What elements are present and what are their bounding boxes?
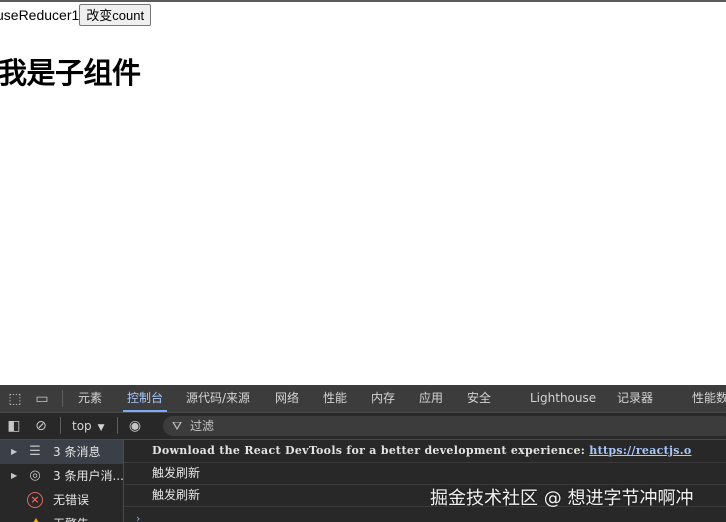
child-heading: 我是子组件 (0, 56, 141, 90)
tab-performance-insights[interactable]: 性能数 (692, 385, 726, 412)
context-selector[interactable]: top ▼ (72, 413, 105, 439)
message-text: 触发刷新 (152, 466, 201, 480)
tab-network[interactable]: 网络 (275, 385, 299, 412)
inspect-element-icon[interactable]: ⬚ (6, 390, 24, 408)
tab-memory[interactable]: 内存 (371, 385, 395, 412)
sidebar-toggle-icon[interactable]: ◧ (5, 417, 23, 435)
context-value: top (72, 419, 92, 433)
error-icon: × (27, 492, 43, 508)
clear-console-icon[interactable]: ⊘ (32, 417, 50, 435)
list-icon: ☰ (29, 444, 41, 459)
sidebar-item-errors[interactable]: × 无错误 (0, 488, 123, 512)
top-border (0, 0, 726, 2)
tab-lighthouse[interactable]: Lighthouse (530, 385, 596, 412)
divider (117, 417, 118, 434)
device-toolbar-icon[interactable]: ▭ (33, 390, 51, 408)
filter-input[interactable]: ⛛ 过滤 (163, 416, 726, 436)
tab-console[interactable]: 控制台 (122, 385, 168, 412)
console-message: 触发刷新 (124, 462, 726, 485)
tab-recorder[interactable]: 记录器 (617, 385, 653, 412)
filter-icon: ⛛ (172, 419, 183, 433)
tab-application[interactable]: 应用 (419, 385, 443, 412)
devtools-link[interactable]: https://reactjs.o (589, 444, 691, 457)
user-icon: ◎ (29, 468, 41, 483)
chevron-down-icon: ▼ (97, 423, 105, 433)
console-prompt-icon[interactable]: › (136, 512, 140, 522)
divider (62, 390, 63, 407)
sidebar-item-user-messages[interactable]: ▶ ◎ 3 条用户消... (0, 464, 124, 488)
tab-security[interactable]: 安全 (467, 385, 491, 412)
console-sidebar: ▶ ☰ 3 条消息 ▶ ◎ 3 条用户消... × 无错误 无警告 (0, 440, 124, 522)
console-message: Download the React DevTools for a better… (124, 440, 726, 463)
warning-icon (28, 518, 44, 522)
tab-performance[interactable]: 性能 (323, 385, 347, 412)
console-toolbar: ◧ ⊘ top ▼ ◉ ⛛ 过滤 (0, 413, 726, 440)
sidebar-item-label: 无错误 (53, 493, 90, 507)
sidebar-item-messages[interactable]: ▶ ☰ 3 条消息 (0, 440, 123, 464)
counter-row: useReducer1 改变count (0, 3, 152, 26)
sidebar-item-label: 3 条消息 (53, 445, 101, 459)
expand-arrow-icon[interactable]: ▶ (11, 440, 17, 464)
eye-icon[interactable]: ◉ (126, 417, 144, 435)
change-count-button[interactable]: 改变count (79, 3, 152, 26)
message-text: 触发刷新 (152, 488, 201, 502)
expand-arrow-icon[interactable]: ▶ (11, 464, 17, 488)
sidebar-item-label: 无警告 (53, 512, 89, 522)
devtools-tabbar: ⬚ ▭ 元素 控制台 源代码/来源 网络 性能 内存 应用 安全 Lightho… (0, 385, 726, 413)
filter-placeholder: 过滤 (190, 419, 215, 433)
sidebar-item-warnings[interactable]: 无警告 (0, 512, 123, 522)
reducer-label: useReducer1 (0, 6, 80, 23)
tab-sources[interactable]: 源代码/来源 (186, 385, 250, 412)
message-text: Download the React DevTools for a better… (152, 444, 590, 457)
rendered-page: useReducer1 改变count 我是子组件 (0, 0, 726, 385)
watermark: 掘金技术社区 @ 想进字节冲啊冲 (430, 488, 694, 509)
divider (60, 417, 61, 434)
tab-elements[interactable]: 元素 (78, 385, 102, 412)
sidebar-item-label: 3 条用户消... (53, 469, 124, 483)
